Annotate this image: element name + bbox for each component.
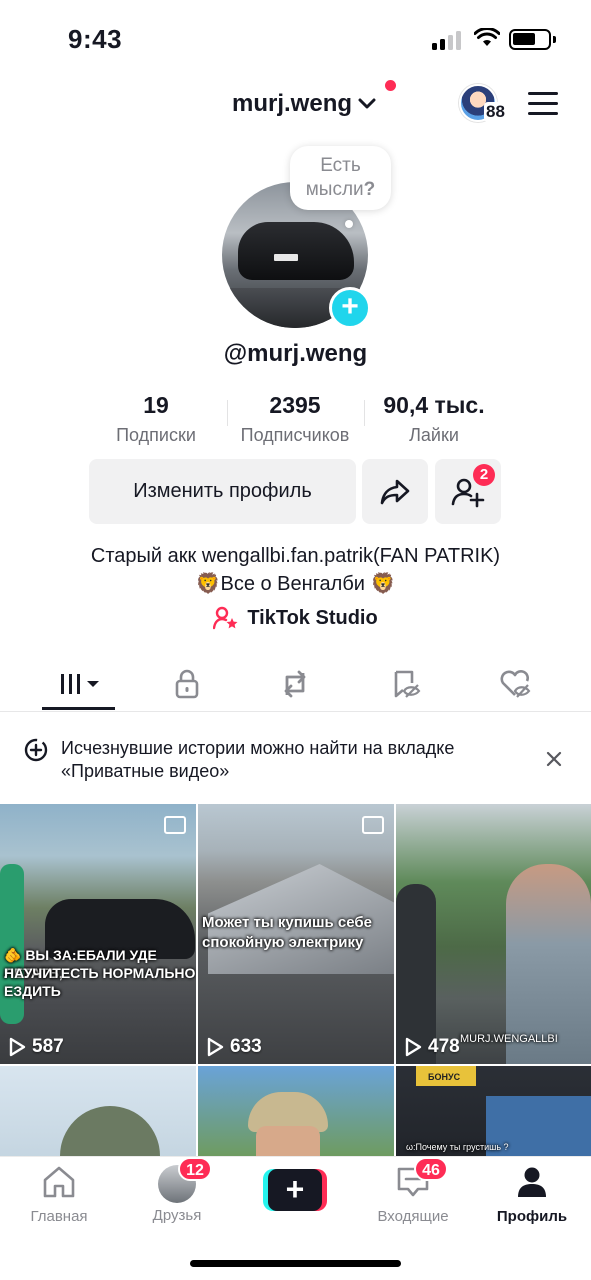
repost-icon	[284, 670, 306, 698]
nav-inbox-label: Входящие	[377, 1208, 449, 1225]
view-count: 478	[404, 1036, 460, 1058]
lock-icon	[175, 669, 199, 699]
tab-saved[interactable]	[376, 660, 436, 708]
followers-count: 2395	[269, 392, 321, 418]
friends-badge: 12	[178, 1157, 212, 1181]
nav-friends[interactable]: Друзья	[122, 1165, 232, 1224]
status-time: 9:43	[68, 24, 123, 54]
notice-text: Исчезнувшие истории можно найти на вклад…	[61, 738, 455, 781]
thoughts-line2: мысли	[305, 179, 364, 200]
tab-reposts[interactable]	[265, 660, 325, 708]
tiktok-studio-link[interactable]: TikTok Studio	[0, 606, 591, 630]
video-caption: спокойную электрику	[202, 934, 364, 951]
nav-profile[interactable]: Профиль	[477, 1165, 587, 1225]
stat-divider	[364, 400, 365, 426]
thoughts-bubble[interactable]: Есть мысли?	[290, 146, 391, 210]
status-bar: 9:43	[0, 0, 591, 80]
video-caption: Может ты купишь себе	[202, 914, 372, 931]
chevron-down-icon	[358, 98, 376, 109]
home-icon	[43, 1166, 75, 1198]
video-tile[interactable]	[0, 1066, 196, 1156]
inbox-badge: 46	[414, 1157, 448, 1181]
story-plus-icon	[24, 738, 48, 762]
profile-icon	[518, 1167, 546, 1197]
photo-post-icon	[164, 816, 186, 834]
friend-requests-badge: 2	[473, 464, 495, 486]
cellular-signal-icon	[432, 30, 464, 50]
close-icon[interactable]	[543, 748, 565, 770]
share-icon	[380, 479, 410, 504]
notification-dot	[385, 80, 396, 91]
profile-bio: Старый акк wengallbi.fan.patrik(FAN PATR…	[0, 542, 591, 598]
profile-stats: 19 Подписки 2395 Подписчиков 90,4 тыс. Л…	[0, 392, 591, 452]
photo-post-icon	[362, 816, 384, 834]
profile-tabs	[0, 660, 591, 712]
creator-person-star-icon	[213, 606, 238, 630]
battery-icon	[509, 29, 556, 50]
video-tile[interactable]: 🫵 ВЫ ЗА:ЕБАЛИ УДЕ ЛЕТАТЬ, НАУЧИТЕСТЬ НОР…	[0, 804, 196, 1064]
video-tile[interactable]: БОНУС ω:Почему ты грустишь ?	[396, 1066, 591, 1156]
add-story-button[interactable]: +	[329, 287, 371, 329]
tiktok-studio-label: TikTok Studio	[247, 606, 378, 629]
nav-home[interactable]: Главная	[4, 1165, 114, 1225]
followers-stat[interactable]: 2395 Подписчиков	[228, 392, 362, 446]
video-watermark: MURJ.WENGALLBI	[460, 1033, 558, 1045]
bio-line-1: Старый акк wengallbi.fan.patrik(FAN PATR…	[90, 545, 501, 567]
bio-line-2: 🦁Все о Венгалби 🦁	[195, 573, 396, 595]
video-caption: НАУЧИТЕСТЬ НОРМАЛЬНО ЕЗДИТЬ	[4, 965, 196, 999]
likes-stat[interactable]: 90,4 тыс. Лайки	[368, 392, 500, 446]
followers-label: Подписчиков	[240, 425, 350, 445]
thoughts-bubble-tail	[345, 220, 353, 228]
nav-friends-label: Друзья	[152, 1207, 202, 1224]
play-icon	[9, 1037, 26, 1057]
private-videos-notice: Исчезнувшие истории можно найти на вклад…	[0, 712, 591, 804]
view-count-value: 478	[428, 1036, 460, 1057]
menu-icon[interactable]	[528, 92, 560, 116]
nav-profile-label: Профиль	[496, 1208, 568, 1225]
profile-handle: @murj.weng	[223, 340, 368, 367]
play-icon	[207, 1037, 224, 1057]
bookmark-hidden-icon	[394, 670, 421, 698]
account-switcher-button[interactable]: murj.weng	[232, 90, 376, 118]
thoughts-line1: Есть	[320, 155, 361, 176]
plus-icon: +	[268, 1169, 322, 1211]
share-profile-button[interactable]	[362, 459, 428, 524]
tab-videos[interactable]	[49, 660, 109, 708]
video-caption: БОНУС	[428, 1072, 461, 1082]
following-label: Подписки	[116, 425, 196, 445]
tab-liked[interactable]	[485, 660, 545, 708]
friends-activity-count: 88	[484, 102, 507, 122]
view-count-value: 633	[230, 1036, 262, 1057]
video-tile[interactable]: MURJ.WENGALLBI 478	[396, 804, 591, 1064]
wifi-icon	[474, 28, 500, 46]
home-indicator	[190, 1260, 401, 1267]
profile-header: murj.weng 88	[0, 80, 591, 136]
view-count: 633	[206, 1036, 262, 1058]
grid-columns-icon	[61, 674, 99, 694]
nav-home-label: Главная	[30, 1208, 88, 1225]
header-username: murj.weng	[232, 90, 353, 117]
tab-private[interactable]	[157, 660, 217, 708]
video-tile[interactable]	[198, 1066, 394, 1156]
play-icon	[405, 1037, 422, 1057]
edit-profile-button[interactable]: Изменить профиль	[89, 459, 356, 524]
following-count: 19	[143, 392, 169, 418]
heart-hidden-icon	[500, 670, 531, 698]
create-button[interactable]: +	[263, 1169, 327, 1211]
video-grid: 🫵 ВЫ ЗА:ЕБАЛИ УДЕ ЛЕТАТЬ, НАУЧИТЕСТЬ НОР…	[0, 804, 591, 1156]
video-caption: ω:Почему ты грустишь ?	[406, 1142, 509, 1152]
view-count-value: 587	[32, 1036, 64, 1057]
following-stat[interactable]: 19 Подписки	[100, 392, 212, 446]
nav-inbox[interactable]: Входящие	[358, 1165, 468, 1225]
likes-label: Лайки	[409, 425, 459, 445]
active-tab-indicator	[42, 707, 115, 710]
likes-count: 90,4 тыс.	[383, 392, 485, 418]
view-count: 587	[8, 1036, 64, 1058]
video-tile[interactable]: Может ты купишь себе спокойную электрику…	[198, 804, 394, 1064]
thoughts-question: ?	[363, 179, 376, 200]
